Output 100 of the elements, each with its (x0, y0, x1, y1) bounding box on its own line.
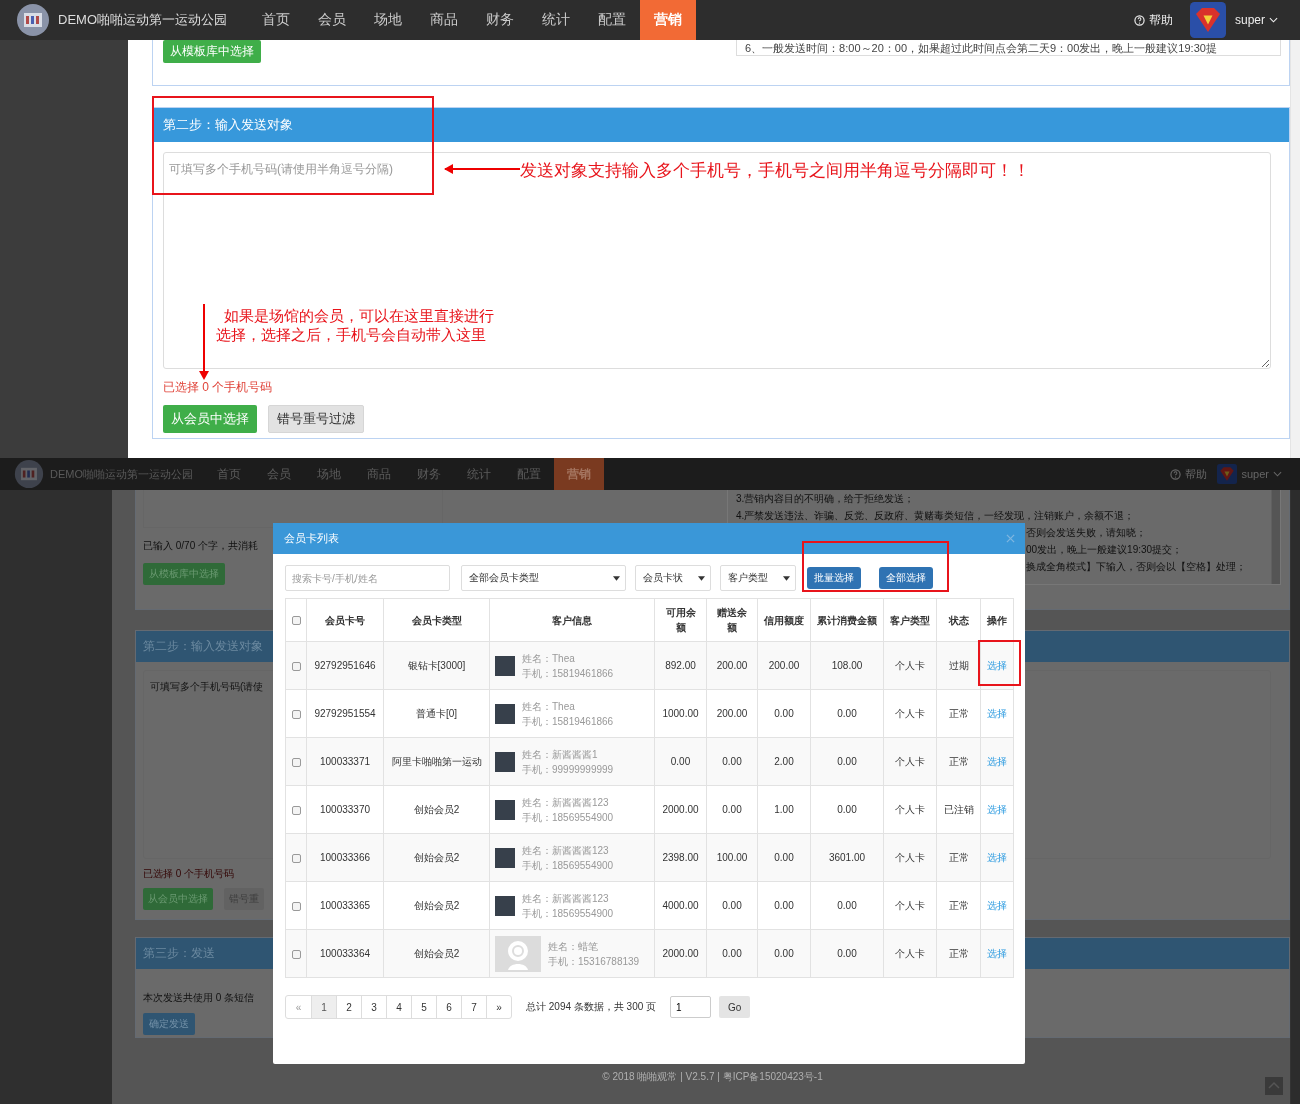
annotation-note: 发送对象支持输入多个手机号，手机号之间用半角逗号分隔即可！！ (520, 160, 1030, 182)
table-cell: 100033364 (306, 929, 384, 978)
table-cell: 0.00 (706, 929, 758, 978)
table-cell: 个人卡 (883, 737, 937, 786)
table-cell: 100033370 (306, 785, 384, 834)
go-button[interactable]: Go (719, 996, 751, 1018)
page-link[interactable]: 2 (336, 996, 361, 1018)
select-link[interactable]: 选择 (987, 756, 1007, 767)
table-cell: 个人卡 (883, 689, 937, 738)
help-link[interactable]: 帮助 (1133, 11, 1173, 29)
table-cell: 0.00 (810, 881, 884, 930)
filter-dropdown[interactable]: 会员卡状 (635, 565, 711, 591)
row-checkbox[interactable] (291, 853, 301, 863)
select-all-checkbox[interactable] (292, 616, 301, 626)
table-cell: 0.00 (757, 689, 811, 738)
row-checkbox[interactable] (291, 661, 301, 671)
table-cell: 92792951646 (306, 641, 384, 690)
user-menu[interactable]: super (1217, 464, 1282, 484)
help-link[interactable]: 帮助 (1170, 466, 1208, 482)
note-text: 否则会发送失败，请知晓； (1026, 526, 1147, 540)
table-cell: 0.00 (706, 881, 758, 930)
page-link[interactable]: 4 (386, 996, 411, 1018)
table-cell: 200.00 (757, 641, 811, 690)
table-cell: 已注销 (936, 785, 981, 834)
row-checkbox[interactable] (291, 901, 301, 911)
nav-menu-item[interactable]: 场地 (304, 458, 354, 490)
close-icon[interactable] (1006, 534, 1015, 543)
row-checkbox[interactable] (291, 709, 301, 719)
table-cell: 正常 (936, 833, 981, 882)
next-page-link[interactable]: » (486, 996, 511, 1018)
table-cell: 100033371 (306, 737, 384, 786)
action-button[interactable]: 从会员中选择 (163, 405, 257, 433)
table-cell: 创始会员2 (383, 833, 490, 882)
nav-menu-item[interactable]: 配置 (584, 0, 640, 40)
nav-menu-item[interactable]: 首页 (248, 0, 304, 40)
select-link[interactable]: 选择 (987, 804, 1007, 815)
table-cell: 200.00 (706, 689, 758, 738)
table-cell: 0.00 (654, 737, 707, 786)
previous-page-link[interactable]: « (286, 996, 311, 1018)
column-header: 会员卡类型 (383, 598, 490, 642)
table-cell: 4000.00 (654, 881, 707, 930)
pagination-summary: 总计 2094 条数据，共 300 页 (526, 1000, 657, 1014)
table-cell: 200.00 (706, 641, 758, 690)
select-link[interactable]: 选择 (987, 948, 1007, 959)
nav-menu-item[interactable]: 商品 (354, 458, 404, 490)
row-checkbox[interactable] (291, 805, 301, 815)
table-cell: 1000.00 (654, 689, 707, 738)
nav-menu-item[interactable]: 营销 (640, 0, 696, 40)
customer-phone: 手机：18569554900 (522, 810, 614, 825)
filter-dropdown[interactable]: 客户类型 (720, 565, 796, 591)
table-cell: 0.00 (757, 833, 811, 882)
table-cell: 个人卡 (883, 641, 937, 690)
photo-placeholder (495, 895, 515, 916)
page-link[interactable]: 5 (411, 996, 436, 1018)
search-field[interactable]: 搜索卡号/手机/姓名 (285, 565, 450, 591)
column-header: 可用余额 (654, 598, 707, 642)
nav-menu-item[interactable]: 会员 (304, 0, 360, 40)
caret-icon (1273, 471, 1282, 477)
customer-phone: 手机：15819461866 (522, 714, 614, 729)
page-link[interactable]: 7 (461, 996, 486, 1018)
select-button[interactable]: 批量选择 (807, 567, 861, 589)
table-cell: 正常 (936, 689, 981, 738)
table-cell: 0.00 (757, 929, 811, 978)
table-cell: 892.00 (654, 641, 707, 690)
select-link[interactable]: 选择 (987, 708, 1007, 719)
page-link[interactable]: 3 (361, 996, 386, 1018)
select-link[interactable]: 选择 (987, 852, 1007, 863)
annotation-note: 如果是场馆的会员，可以在这里直接进行选择，选择之后，手机号会自动带入这里 (216, 306, 495, 344)
nav-menu-item[interactable]: 统计 (454, 458, 504, 490)
column-header: 状态 (936, 598, 981, 642)
placeholder-text: 可填写多个手机号码(请使 (150, 681, 264, 692)
select-link[interactable]: 选择 (987, 900, 1007, 911)
table-cell: 个人卡 (883, 929, 937, 978)
row-checkbox[interactable] (291, 949, 301, 959)
select-link[interactable]: 选择 (987, 660, 1007, 671)
help-icon (1170, 468, 1182, 480)
scrollbar[interactable] (1271, 490, 1280, 584)
table-cell: 0.00 (757, 881, 811, 930)
row-checkbox[interactable] (291, 757, 301, 767)
nav-menu-item[interactable]: 场地 (360, 0, 416, 40)
table-cell: 2000.00 (654, 929, 707, 978)
template-button[interactable]: 从模板库中选择 (163, 40, 261, 63)
select-button[interactable]: 全部选择 (879, 567, 933, 589)
page-number-field[interactable]: 1 (670, 996, 712, 1018)
default-avatar-icon (495, 935, 541, 972)
nav-menu-item[interactable]: 首页 (204, 458, 254, 490)
user-menu[interactable]: super (1184, 2, 1278, 38)
nav-menu-item[interactable]: 财务 (472, 0, 528, 40)
column-header: 客户信息 (489, 598, 655, 642)
nav-menu-item[interactable]: 财务 (404, 458, 454, 490)
note-text: 换成全角模式】下输入，否则会以【空格】处理； (1026, 560, 1247, 574)
nav-menu-item[interactable]: 商品 (416, 0, 472, 40)
table-cell: 阿里卡啪啪第一运动 (383, 737, 490, 786)
page-link[interactable]: 1 (311, 996, 336, 1018)
column-header: 赠送余额 (706, 598, 758, 642)
table-cell: 2.00 (757, 737, 811, 786)
nav-menu-item[interactable]: 统计 (528, 0, 584, 40)
action-button[interactable]: 错号重号过滤 (268, 405, 364, 433)
filter-dropdown[interactable]: 全部会员卡类型 (461, 565, 626, 591)
page-link[interactable]: 6 (436, 996, 461, 1018)
